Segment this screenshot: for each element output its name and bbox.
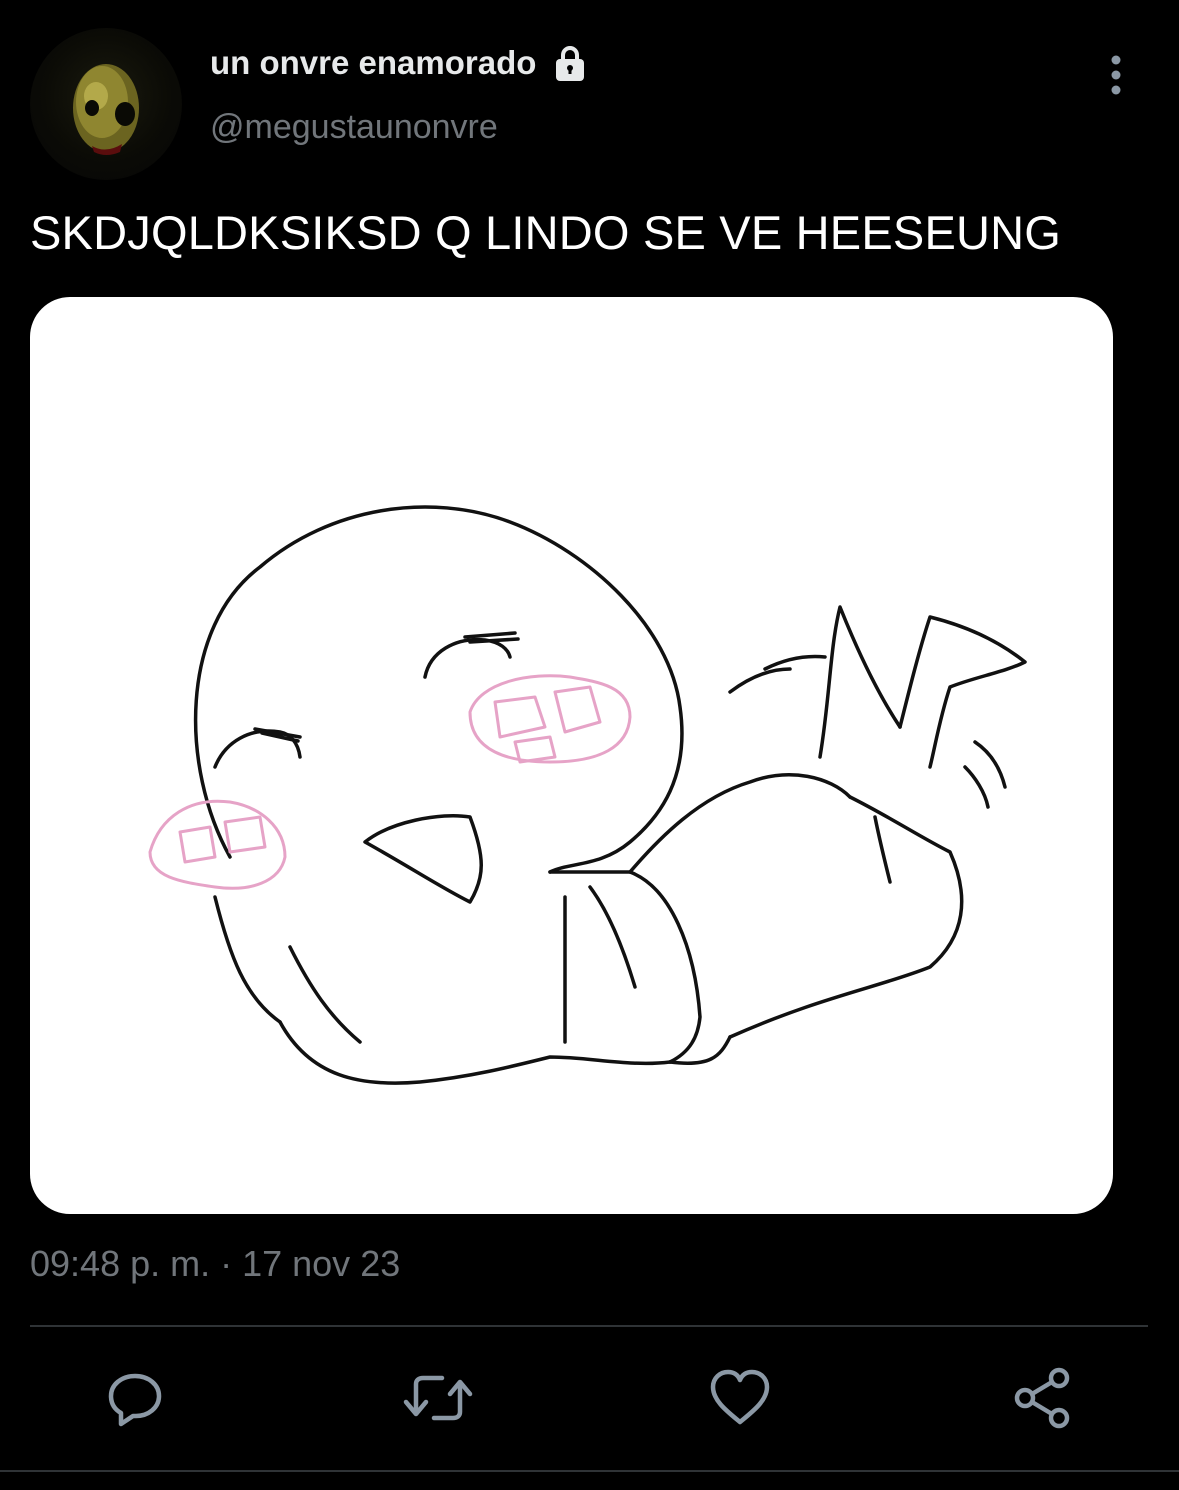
author-name-row[interactable]: un onvre enamorado	[210, 40, 590, 86]
reply-icon	[108, 1373, 162, 1427]
share-button[interactable]	[1003, 1358, 1083, 1438]
more-options-icon[interactable]	[1096, 52, 1136, 100]
avatar-icon	[73, 64, 139, 155]
lock-icon	[550, 43, 590, 83]
tweet-timestamp[interactable]: 09:48 p. m. · 17 nov 23	[30, 1243, 400, 1285]
retweet-button[interactable]	[398, 1358, 478, 1438]
reply-button[interactable]	[95, 1358, 175, 1438]
share-icon	[1014, 1367, 1070, 1429]
tweet-text: SKDJQLDKSIKSD Q LINDO SE VE HEESEUNG	[30, 206, 1062, 259]
doodle-image	[148, 505, 1027, 1085]
author-handle[interactable]: @megustaunonvre	[210, 108, 498, 147]
tweet: un onvre enamorado @megustaunonvre SKDJQ…	[0, 0, 1179, 1490]
divider	[30, 1325, 1148, 1327]
like-button[interactable]	[700, 1358, 780, 1438]
retweet-icon	[403, 1375, 473, 1421]
bottom-divider	[0, 1470, 1179, 1472]
display-name[interactable]: un onvre enamorado	[210, 44, 536, 82]
tweet-media[interactable]	[30, 297, 1113, 1214]
heart-icon	[710, 1369, 770, 1425]
avatar[interactable]	[30, 28, 182, 180]
action-bar	[0, 1358, 1179, 1438]
